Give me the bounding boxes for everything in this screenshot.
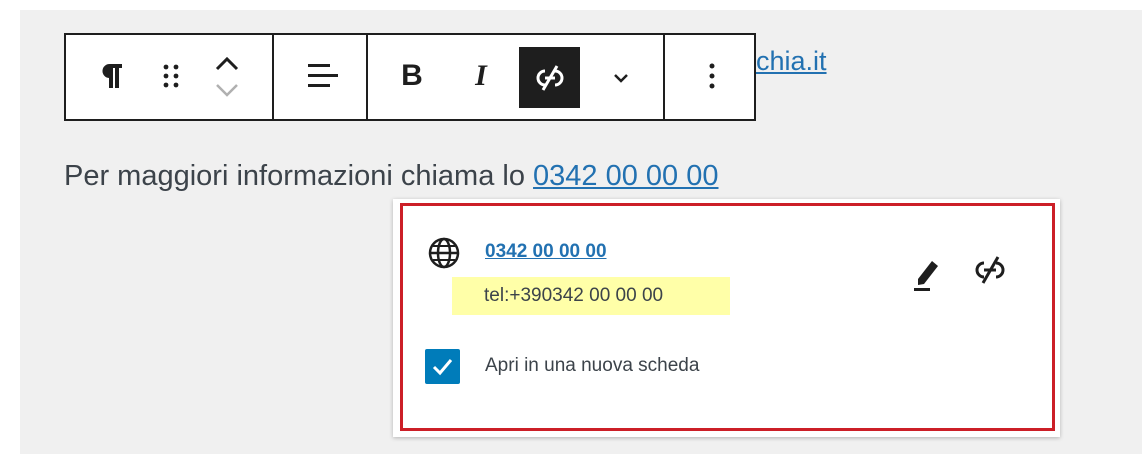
edit-link-button[interactable]	[910, 251, 944, 291]
globe-icon	[427, 236, 461, 270]
unlink-icon	[536, 64, 563, 91]
open-new-tab-checkbox[interactable]	[425, 349, 460, 384]
paragraph-block[interactable]: Per maggiori informazioni chiama lo 0342…	[64, 160, 719, 193]
drag-handle-icon	[163, 64, 179, 88]
move-up-down-button[interactable]	[207, 52, 247, 102]
italic-button[interactable]: I	[461, 54, 501, 98]
drag-handle-button[interactable]	[151, 56, 191, 96]
unlink-button[interactable]	[519, 47, 580, 108]
bold-button[interactable]: B	[392, 54, 432, 98]
highlight-outline	[400, 203, 1055, 431]
paragraph-icon	[102, 63, 122, 88]
move-up-down-icon	[215, 56, 239, 97]
checkmark-icon	[432, 359, 453, 376]
chevron-down-icon	[614, 74, 628, 83]
link-href: tel:+390342 00 00 00	[452, 277, 730, 315]
align-button[interactable]	[300, 56, 344, 96]
remove-link-button[interactable]	[970, 251, 1010, 291]
paragraph-text: Per maggiori informazioni chiama lo	[64, 160, 534, 192]
unlink-icon	[975, 256, 1005, 284]
link-url-title[interactable]: 0342 00 00 00	[485, 241, 607, 263]
background-link-text[interactable]: chia.it	[756, 46, 827, 77]
more-vertical-icon	[709, 63, 715, 89]
phone-link[interactable]: 0342 00 00 00	[533, 160, 718, 192]
pencil-icon	[914, 261, 938, 291]
options-button[interactable]	[692, 56, 732, 96]
open-new-tab-label: Apri in una nuova scheda	[485, 355, 700, 376]
more-formatting-button[interactable]	[601, 58, 641, 98]
paragraph-button[interactable]	[92, 56, 132, 96]
align-left-icon	[308, 64, 338, 87]
